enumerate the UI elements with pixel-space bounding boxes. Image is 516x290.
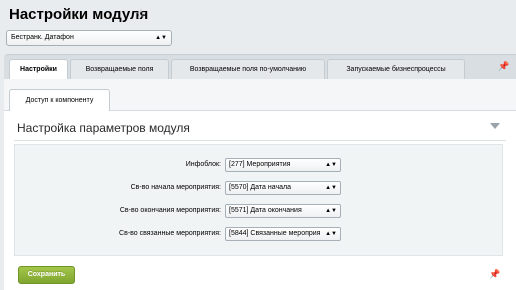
related-prop-label: Св-во связанные мероприятия:	[119, 230, 221, 237]
tab-label: Возвращаемые поля	[85, 66, 154, 73]
subtab-label: Доступ к компоненту	[25, 97, 94, 104]
end-prop-select-value: [5571] Дата окончания	[229, 207, 302, 214]
star-icon[interactable]: ☆	[135, 7, 147, 20]
section-title: Настройка параметров модуля	[17, 121, 190, 135]
tab-bar: Настройки Возвращаемые поля Возвращаемые…	[4, 54, 516, 81]
start-prop-select-value: [5570] Дата начала	[229, 184, 291, 191]
settings-form: Инфоблок: [277] Мероприятия ▲▼ Св-во нач…	[14, 144, 503, 256]
end-prop-label: Св-во окончания мероприятия:	[119, 207, 221, 214]
tab-label: Запускаемые бизнеспроцессы	[346, 66, 446, 73]
save-button[interactable]: Сохранить	[18, 266, 75, 284]
start-prop-select[interactable]: [5570] Дата начала ▲▼	[225, 181, 341, 195]
related-prop-select-value: [5844] Связанные мероприя	[229, 230, 321, 237]
chevron-down-icon: ▲▼	[325, 208, 337, 214]
chevron-down-icon: ▲▼	[155, 35, 167, 41]
chevron-down-icon: ▲▼	[325, 162, 337, 168]
page-title: Настройки модуля	[9, 6, 149, 23]
form-row: Св-во окончания мероприятия: [5571] Дата…	[15, 204, 504, 218]
tab-label: Настройки	[20, 66, 57, 73]
site-select[interactable]: Бестранк. Датафон ▲▼	[6, 30, 172, 46]
subtab-bar: Доступ к компоненту	[4, 79, 516, 111]
settings-panel: Настройка параметров модуля Инфоблок: [2…	[4, 111, 516, 290]
iblock-select-value: [277] Мероприятия	[229, 161, 291, 168]
tab-label: Возвращаемые поля по-умолчанию	[189, 66, 307, 73]
start-prop-label: Св-во начала мероприятия:	[130, 184, 221, 191]
iblock-select[interactable]: [277] Мероприятия ▲▼	[225, 158, 341, 172]
site-select-value: Бестранк. Датафон	[11, 34, 74, 41]
pin-icon[interactable]: 📌	[498, 62, 509, 71]
pin-icon[interactable]: 📌	[489, 270, 500, 279]
tab-returned-fields[interactable]: Возвращаемые поля	[70, 59, 169, 80]
related-prop-select[interactable]: [5844] Связанные мероприя ▲▼	[225, 227, 341, 241]
form-row: Св-во начала мероприятия: [5570] Дата на…	[15, 181, 504, 195]
form-row: Св-во связанные мероприятия: [5844] Связ…	[15, 227, 504, 241]
form-row: Инфоблок: [277] Мероприятия ▲▼	[15, 158, 504, 172]
chevron-down-icon: ▲▼	[325, 185, 337, 191]
divider	[14, 140, 506, 141]
tab-default-returned-fields[interactable]: Возвращаемые поля по-умолчанию	[171, 59, 325, 80]
subtab-component-access[interactable]: Доступ к компоненту	[9, 89, 110, 111]
end-prop-select[interactable]: [5571] Дата окончания ▲▼	[225, 204, 341, 218]
chevron-down-icon[interactable]	[490, 123, 500, 129]
chevron-down-icon: ▲▼	[325, 231, 337, 237]
tab-business-processes[interactable]: Запускаемые бизнеспроцессы	[327, 59, 465, 80]
tab-settings[interactable]: Настройки	[9, 59, 68, 81]
iblock-label: Инфоблок:	[185, 161, 221, 168]
